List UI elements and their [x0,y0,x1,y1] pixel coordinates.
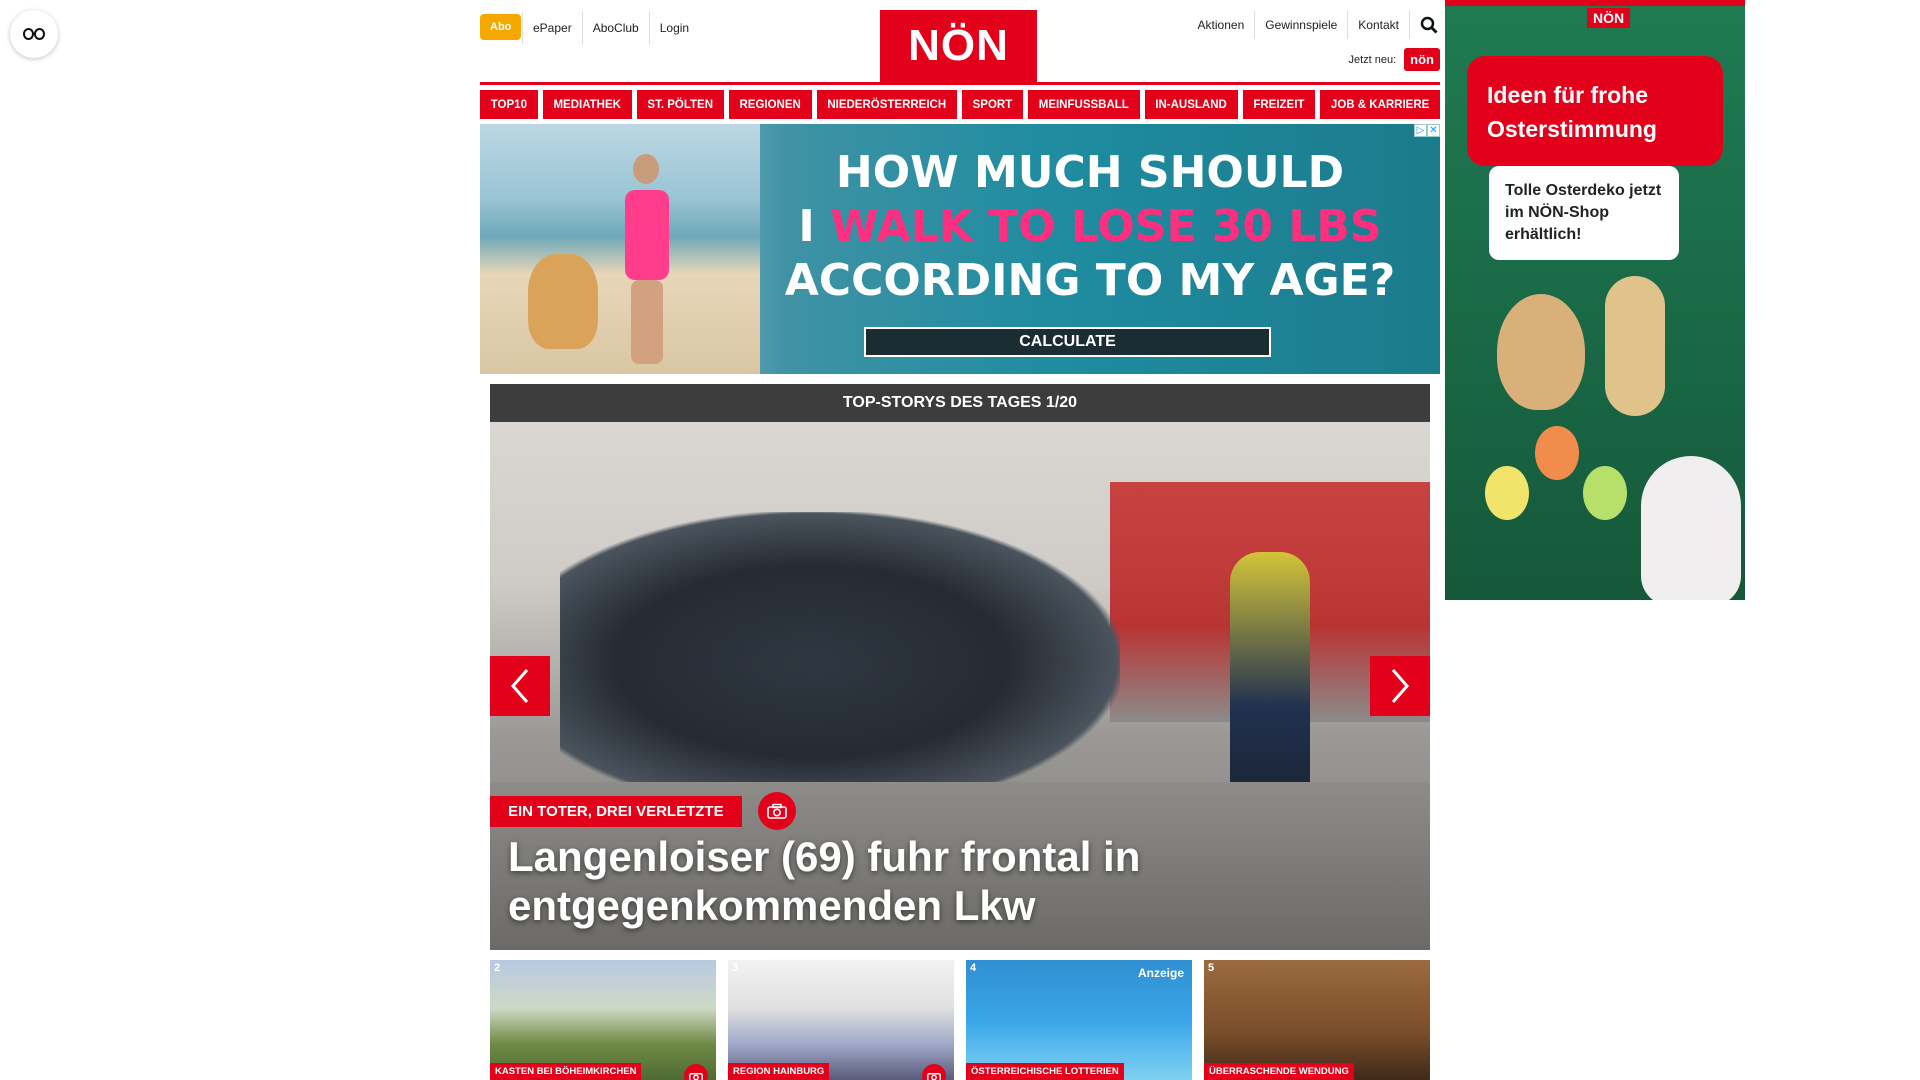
jetzt-neu-badge[interactable]: nön [1404,48,1440,71]
egg-pick-image [1485,466,1529,520]
egg-pick-image [1535,426,1579,480]
nav-item-in-ausland[interactable]: IN-AUSLAND [1144,90,1238,119]
gallery-badge [922,1064,946,1080]
story-thumbnail[interactable]: 5 ÜBERRASCHENDE WENDUNG [1204,960,1430,1080]
nav-item-top10[interactable]: TOP10 [480,90,538,119]
search-button[interactable] [1409,11,1440,39]
banner-line-1: HOW MUCH SHOULD [835,147,1345,198]
banner-line-3: ACCORDING TO MY AGE? [784,255,1396,306]
aboclub-link[interactable]: AboClub [581,12,649,44]
epaper-link[interactable]: ePaper [522,12,582,44]
chevron-right-icon [1391,669,1409,703]
gewinnspiele-link[interactable]: Gewinnspiele [1254,11,1347,39]
aktionen-link[interactable]: Aktionen [1188,11,1255,39]
kontakt-link[interactable]: Kontakt [1347,11,1409,39]
woman-legs [631,280,663,364]
nav-item-job-karriere[interactable]: JOB & KARRIERE [1320,90,1441,119]
ad-choices[interactable]: ▷ ✕ [1414,124,1440,137]
top-story-kicker: EIN TOTER, DREI VERLETZTE [490,795,742,827]
banner-line-2: I WALK TO LOSE 30 LBS [740,200,1440,254]
bunny-decoration-image [1605,276,1665,416]
top-story-title[interactable]: Langenloiser (69) fuhr frontal in entgeg… [508,832,1408,930]
story-thumbnail[interactable]: 4 Anzeige ÖSTERREICHISCHE LOTTERIEN [966,960,1192,1080]
jetzt-neu-label: Jetzt neu: [1348,53,1397,66]
camera-icon [766,803,787,819]
thumbnail-tag: KASTEN BEI BÖHEIMKIRCHEN [490,1063,642,1080]
egg-pick-image [1583,466,1627,520]
chevron-left-icon [511,669,529,703]
abo-button[interactable]: Abo [480,14,522,40]
ad-info-icon[interactable]: ▷ [1414,124,1427,137]
nav-item-sport[interactable]: SPORT [961,90,1023,119]
main-nav: TOP10 MEDIATHEK ST. PÖLTEN REGIONEN NIED… [480,90,1441,119]
ad-close-icon[interactable]: ✕ [1427,124,1440,137]
nav-item-mediathek[interactable]: MEDIATHEK [542,90,632,119]
top-stories-thumbnails: 2 KASTEN BEI BÖHEIMKIRCHEN 3 REGION HAIN… [490,960,1430,1080]
banner-ad-image [480,124,760,374]
page: Abo ePaper AboClub Login NÖN Aktionen Ge… [0,0,1920,1080]
crashed-car-image [560,512,1120,812]
top-story-hero[interactable]: EIN TOTER, DREI VERLETZTE Langenloiser (… [490,422,1430,950]
woman-head [633,154,659,184]
login-link[interactable]: Login [648,12,699,44]
easter-egg-image [1497,294,1585,410]
woman-figure [615,154,675,364]
site-header: Abo ePaper AboClub Login NÖN Aktionen Ge… [480,10,1440,82]
carousel-next-button[interactable] [1370,656,1430,716]
side-ad-headline: Ideen für frohe Osterstimmung [1467,56,1723,166]
camera-icon [927,1072,941,1080]
accessibility-button[interactable] [10,10,58,58]
thumbnail-number: 3 [732,962,739,974]
header-left-links: ePaper AboClub Login [522,10,699,46]
firefighter-image [1230,552,1310,812]
banner-ad[interactable]: HOW MUCH SHOULD I WALK TO LOSE 30 LBS AC… [480,124,1440,374]
search-icon [1420,16,1438,34]
site-logo[interactable]: NÖN [880,10,1037,82]
carousel-prev-button[interactable] [490,656,550,716]
side-ad[interactable]: NÖN Ideen für frohe Osterstimmung Tolle … [1445,0,1745,600]
jetzt-neu: Jetzt neu: nön [1348,48,1440,71]
nav-item-freizeit[interactable]: FREIZEIT [1242,90,1316,119]
woman-swimsuit [625,190,669,280]
gallery-badge [757,792,796,830]
nav-item-niederoesterreich[interactable]: NIEDERÖSTERREICH [816,90,957,119]
side-ad-logo: NÖN [1587,8,1631,28]
thumbnail-tag: ÖSTERREICHISCHE LOTTERIEN [966,1063,1124,1080]
banner-headline: HOW MUCH SHOULD I WALK TO LOSE 30 LBS AC… [740,146,1440,308]
nav-item-meinfussball[interactable]: MEINFUSSBALL [1028,90,1140,119]
thumbnail-tag: ÜBERRASCHENDE WENDUNG [1204,1063,1354,1080]
header-divider [480,82,1440,85]
rabbit-image [1641,456,1741,600]
thumbnail-number: 5 [1208,962,1215,974]
dog-figure [528,254,598,349]
thumbnail-number: 4 [970,962,977,974]
camera-icon [689,1072,703,1080]
thumbnail-number: 2 [494,962,501,974]
nav-item-st-poelten[interactable]: ST. PÖLTEN [636,90,724,119]
side-ad-note: Tolle Osterdeko jetzt im NÖN-Shop erhält… [1489,166,1679,260]
banner-line-2-highlight: WALK TO LOSE 30 LBS [830,201,1382,252]
sponsored-label: Anzeige [1137,966,1184,980]
gallery-badge [684,1064,708,1080]
calculate-button[interactable]: CALCULATE [864,327,1271,357]
nav-item-regionen[interactable]: REGIONEN [728,90,812,119]
story-thumbnail[interactable]: 2 KASTEN BEI BÖHEIMKIRCHEN [490,960,716,1080]
header-right-links: Aktionen Gewinnspiele Kontakt [1188,10,1440,40]
top-story-tagline: EIN TOTER, DREI VERLETZTE [490,792,796,830]
top-stories-header: TOP-STORYS DES TAGES 1/20 [490,384,1430,422]
accessibility-icon [23,28,45,40]
thumbnail-tag: REGION HAINBURG [728,1063,830,1080]
story-thumbnail[interactable]: 3 REGION HAINBURG [728,960,954,1080]
banner-line-2-pre: I [798,201,815,252]
